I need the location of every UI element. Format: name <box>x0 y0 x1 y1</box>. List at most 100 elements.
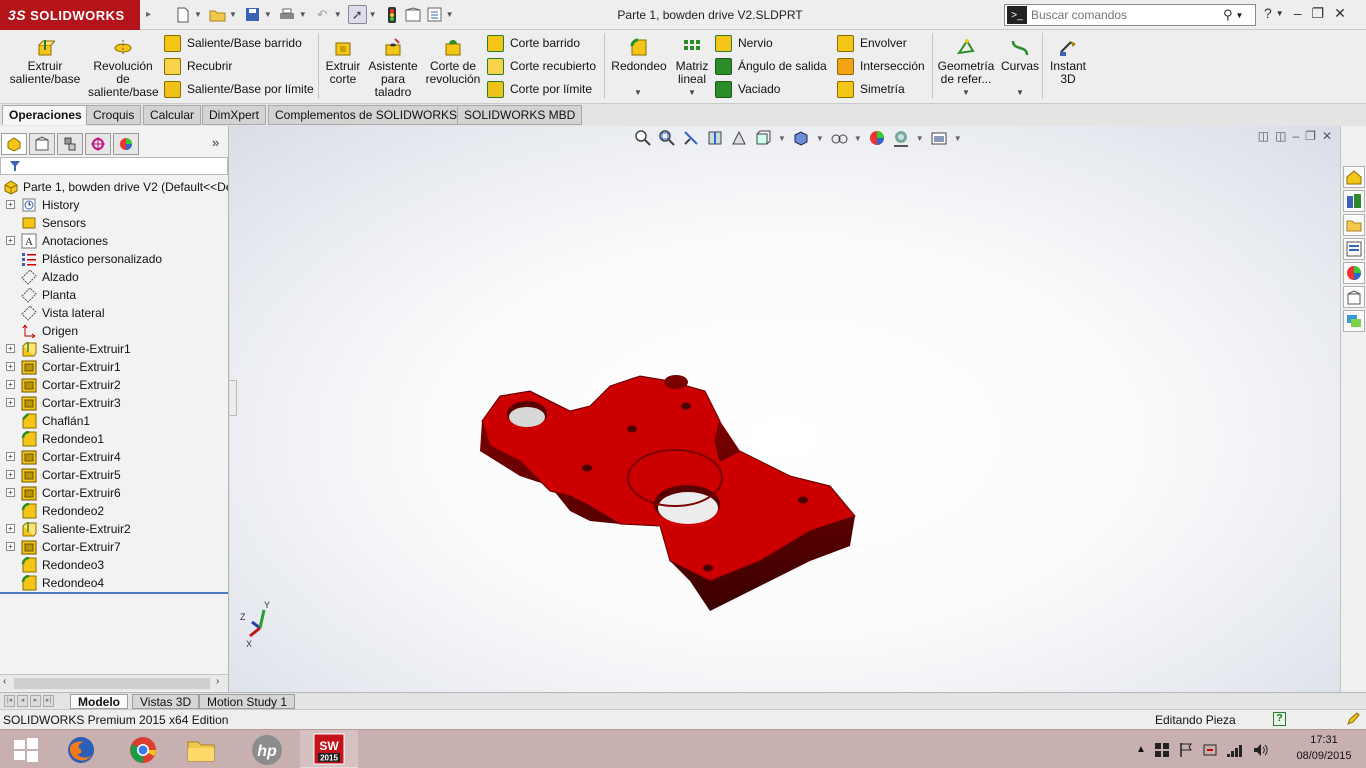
configuration-manager-tab[interactable] <box>57 133 83 155</box>
tree-item[interactable]: + Cortar-Extruir4 <box>0 448 228 466</box>
linear-pattern-button[interactable]: Matriz lineal <box>672 38 712 86</box>
curves-button[interactable]: Curvas <box>1000 38 1040 73</box>
tree-item[interactable]: + History <box>0 196 228 214</box>
expand-panel-icon[interactable]: » <box>212 135 219 150</box>
tree-item[interactable]: Redondeo3 <box>0 556 228 574</box>
revolve-boss-button[interactable]: Revolución de saliente/base <box>88 38 159 99</box>
swept-cut-button[interactable]: Corte barrido <box>487 33 580 53</box>
file-properties-icon[interactable] <box>404 5 423 24</box>
expand-toggle-icon[interactable]: + <box>6 452 15 461</box>
tab-calcular[interactable]: Calcular <box>143 105 202 125</box>
expand-toggle-icon[interactable]: + <box>6 524 15 533</box>
rebuild-traffic-light-icon[interactable] <box>383 5 402 24</box>
taskbar-file-explorer[interactable] <box>172 730 230 768</box>
tree-item[interactable]: Redondeo1 <box>0 430 228 448</box>
extrude-boss-button[interactable]: Extruir saliente/base <box>6 38 84 86</box>
options-caret-icon[interactable]: ▼ <box>446 10 454 19</box>
quick-tips-help-icon[interactable]: ? <box>1273 712 1286 726</box>
tab-modelo[interactable]: Modelo <box>70 694 128 709</box>
tree-item[interactable]: Alzado <box>0 268 228 286</box>
tree-item[interactable]: Origen <box>0 322 228 340</box>
help-caret-icon[interactable]: ▼ <box>1276 9 1284 22</box>
show-hidden-icons-icon[interactable]: ▲ <box>1136 744 1146 755</box>
fillet-button[interactable]: Redondeo <box>610 38 668 73</box>
tab-motion-study[interactable]: Motion Study 1 <box>199 694 296 709</box>
scroll-right-icon[interactable]: › <box>216 676 219 687</box>
taskbar-chrome[interactable] <box>114 730 172 768</box>
save-icon[interactable] <box>243 5 262 24</box>
clock[interactable]: 17:31 08/09/2015 <box>1292 732 1356 764</box>
feature-manager-tab[interactable] <box>1 133 27 155</box>
new-caret-icon[interactable]: ▼ <box>194 10 202 19</box>
new-document-icon[interactable] <box>173 5 192 24</box>
restore-icon[interactable]: ❐ <box>1312 5 1325 22</box>
customize-status-icon[interactable] <box>1346 712 1360 726</box>
split-right-icon[interactable]: ◫ <box>1275 129 1286 143</box>
tab-complementos[interactable]: Complementos de SOLIDWORKS <box>268 105 465 125</box>
tab-solidworks-mbd[interactable]: SOLIDWORKS MBD <box>457 105 583 125</box>
save-caret-icon[interactable]: ▼ <box>264 10 272 19</box>
menu-pin-icon[interactable]: ▸ <box>146 9 151 20</box>
swept-boss-button[interactable]: Saliente/Base barrido <box>164 33 302 53</box>
select-caret-icon[interactable]: ▼ <box>369 10 377 19</box>
help-icon[interactable]: ? <box>1264 5 1272 22</box>
tree-root-part[interactable]: Parte 1, bowden drive V2 (Default<<De <box>0 178 228 196</box>
property-manager-tab[interactable] <box>29 133 55 155</box>
split-left-icon[interactable]: ◫ <box>1258 129 1269 143</box>
tree-item[interactable]: + Cortar-Extruir3 <box>0 394 228 412</box>
dimxpert-manager-tab[interactable] <box>85 133 111 155</box>
custom-properties-tab[interactable] <box>1343 286 1365 308</box>
hide-show-items-icon[interactable] <box>830 129 848 147</box>
forum-tab[interactable] <box>1343 310 1365 332</box>
display-style-icon[interactable] <box>792 129 810 147</box>
viewport-minimize-icon[interactable]: – <box>1292 129 1299 143</box>
shell-button[interactable]: Vaciado <box>715 79 780 99</box>
search-caret-icon[interactable]: ▼ <box>1236 11 1244 20</box>
instant3d-button[interactable]: Instant 3D <box>1046 38 1090 86</box>
close-icon[interactable]: ✕ <box>1334 5 1346 22</box>
expand-toggle-icon[interactable]: + <box>6 398 15 407</box>
section-view-icon[interactable] <box>706 129 724 147</box>
zoom-to-fit-icon[interactable] <box>634 129 652 147</box>
undo-icon[interactable]: ↶ <box>313 5 332 24</box>
minimize-icon[interactable]: – <box>1294 5 1302 22</box>
command-search[interactable]: >_ ⚲ ▼ <box>1004 4 1256 26</box>
network-device-icon[interactable] <box>1202 742 1218 758</box>
expand-toggle-icon[interactable]: + <box>6 470 15 479</box>
open-caret-icon[interactable]: ▼ <box>229 10 237 19</box>
flag-icon[interactable] <box>1178 742 1194 758</box>
expand-toggle-icon[interactable]: + <box>6 344 15 353</box>
expand-toggle-icon[interactable]: + <box>6 380 15 389</box>
previous-view-icon[interactable] <box>682 129 700 147</box>
apply-scene-icon[interactable] <box>892 129 910 147</box>
tree-item[interactable]: + Saliente-Extruir2 <box>0 520 228 538</box>
hide-show-caret-icon[interactable]: ▼ <box>854 134 862 143</box>
select-arrow-icon[interactable]: ➚ <box>347 5 367 24</box>
tree-item[interactable]: + Cortar-Extruir1 <box>0 358 228 376</box>
prev-tab-arrow-icon[interactable]: ◂ <box>17 695 28 707</box>
expand-toggle-icon[interactable]: + <box>6 200 15 209</box>
display-style-caret-icon[interactable]: ▼ <box>816 134 824 143</box>
tree-item[interactable]: + A Anotaciones <box>0 232 228 250</box>
rollback-bar[interactable] <box>0 592 228 594</box>
view-orientation-icon[interactable] <box>754 129 772 147</box>
tree-filter[interactable] <box>0 157 228 175</box>
search-input[interactable] <box>1031 8 1221 22</box>
intersect-button[interactable]: Intersección <box>837 56 925 76</box>
tab-vistas-3d[interactable]: Vistas 3D <box>132 694 200 709</box>
tree-item[interactable]: + Cortar-Extruir6 <box>0 484 228 502</box>
tree-item[interactable]: Chaflán1 <box>0 412 228 430</box>
tree-item[interactable]: Sensors <box>0 214 228 232</box>
tree-item[interactable]: + Cortar-Extruir7 <box>0 538 228 556</box>
tree-item[interactable]: Redondeo4 <box>0 574 228 592</box>
design-library-tab[interactable] <box>1343 190 1365 212</box>
undo-caret-icon[interactable]: ▼ <box>334 10 342 19</box>
extruded-cut-button[interactable]: Extruir corte <box>322 38 364 86</box>
tree-item[interactable]: Redondeo2 <box>0 502 228 520</box>
panel-collapse-handle[interactable] <box>230 380 237 416</box>
display-manager-tab[interactable] <box>113 133 139 155</box>
wrap-button[interactable]: Envolver <box>837 33 907 53</box>
pattern-caret-icon[interactable]: ▼ <box>688 88 696 97</box>
zoom-to-area-icon[interactable] <box>658 129 676 147</box>
reference-geometry-button[interactable]: Geometría de refer... <box>936 38 996 86</box>
